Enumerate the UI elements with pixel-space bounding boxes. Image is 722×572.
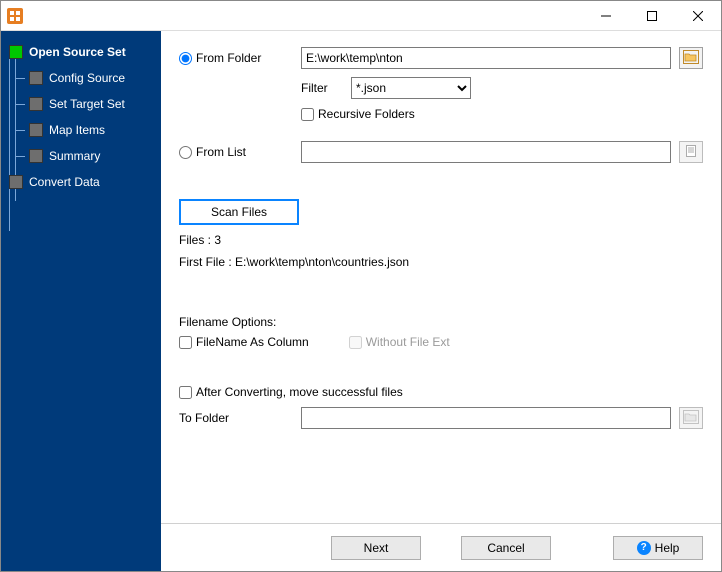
filename-as-column-checkbox[interactable]: FileName As Column (179, 335, 309, 349)
sidebar-item-label: Set Target Set (49, 97, 125, 111)
titlebar-left (1, 8, 23, 24)
files-count-text: Files : 3 (179, 233, 703, 247)
from-list-input (301, 141, 671, 163)
titlebar (1, 1, 721, 31)
scan-row: Scan Files (179, 199, 703, 225)
sidebar-item-set-target-set[interactable]: Set Target Set (1, 91, 161, 117)
app-window: Open Source Set Config Source Set Target… (0, 0, 722, 572)
from-list-label: From List (196, 145, 246, 159)
file-icon (684, 144, 698, 161)
step-indicator-icon (9, 175, 23, 189)
help-icon: ? (637, 541, 651, 555)
sidebar-item-map-items[interactable]: Map Items (1, 117, 161, 143)
from-folder-radio[interactable] (179, 52, 192, 65)
from-folder-row: From Folder (179, 47, 703, 69)
recursive-folders-checkbox[interactable]: Recursive Folders (301, 107, 415, 121)
step-indicator-icon (29, 149, 43, 163)
step-indicator-icon (9, 45, 23, 59)
after-converting-label: After Converting, move successful files (196, 385, 403, 399)
to-folder-label: To Folder (179, 411, 229, 425)
wizard-sidebar: Open Source Set Config Source Set Target… (1, 31, 161, 571)
filename-as-column-input[interactable] (179, 336, 192, 349)
after-converting-row: After Converting, move successful files (179, 385, 703, 399)
sidebar-item-label: Map Items (49, 123, 105, 137)
recursive-label: Recursive Folders (318, 107, 415, 121)
scan-files-button[interactable]: Scan Files (179, 199, 299, 225)
browse-list-button (679, 141, 703, 163)
folder-open-icon (683, 50, 699, 67)
sidebar-item-convert-data[interactable]: Convert Data (1, 169, 161, 195)
folder-path-input[interactable] (301, 47, 671, 69)
sidebar-item-label: Open Source Set (29, 45, 126, 59)
to-folder-input (301, 407, 671, 429)
maximize-button[interactable] (629, 1, 675, 31)
without-file-ext-input (349, 336, 362, 349)
wizard-footer: Next Cancel ? Help (161, 523, 721, 571)
browse-to-folder-button (679, 407, 703, 429)
next-button[interactable]: Next (331, 536, 421, 560)
filter-combo[interactable]: *.json (351, 77, 471, 99)
step-indicator-icon (29, 123, 43, 137)
browse-folder-button[interactable] (679, 47, 703, 69)
recursive-row: Recursive Folders (301, 107, 703, 121)
filename-as-column-label: FileName As Column (196, 335, 309, 349)
sidebar-item-open-source-set[interactable]: Open Source Set (1, 39, 161, 65)
filter-label: Filter (301, 81, 343, 95)
help-button-label: Help (655, 541, 680, 555)
sidebar-item-label: Summary (49, 149, 100, 163)
app-icon (7, 8, 23, 24)
after-converting-checkbox[interactable]: After Converting, move successful files (179, 385, 403, 399)
to-folder-row: To Folder (179, 407, 703, 429)
filename-options-row: FileName As Column Without File Ext (179, 335, 703, 349)
content-panel: From Folder Filter *.json (161, 31, 721, 571)
cancel-button[interactable]: Cancel (461, 536, 551, 560)
cancel-button-label: Cancel (487, 541, 524, 555)
without-file-ext-label: Without File Ext (366, 335, 450, 349)
from-list-radio[interactable] (179, 146, 192, 159)
next-button-label: Next (364, 541, 389, 555)
sidebar-item-summary[interactable]: Summary (1, 143, 161, 169)
help-button[interactable]: ? Help (613, 536, 703, 560)
without-file-ext-checkbox: Without File Ext (349, 335, 450, 349)
recursive-checkbox-input[interactable] (301, 108, 314, 121)
filter-row: Filter *.json (301, 77, 703, 99)
sidebar-item-label: Convert Data (29, 175, 100, 189)
sidebar-item-label: Config Source (49, 71, 125, 85)
scan-button-label: Scan Files (211, 205, 267, 219)
step-indicator-icon (29, 97, 43, 111)
sidebar-item-config-source[interactable]: Config Source (1, 65, 161, 91)
from-list-row: From List (179, 141, 703, 163)
step-indicator-icon (29, 71, 43, 85)
window-controls (583, 1, 721, 31)
minimize-button[interactable] (583, 1, 629, 31)
filename-options-title: Filename Options: (179, 315, 703, 329)
folder-icon (683, 410, 699, 427)
from-folder-label: From Folder (196, 51, 261, 65)
first-file-text: First File : E:\work\temp\nton\countries… (179, 255, 703, 269)
close-button[interactable] (675, 1, 721, 31)
after-converting-input[interactable] (179, 386, 192, 399)
